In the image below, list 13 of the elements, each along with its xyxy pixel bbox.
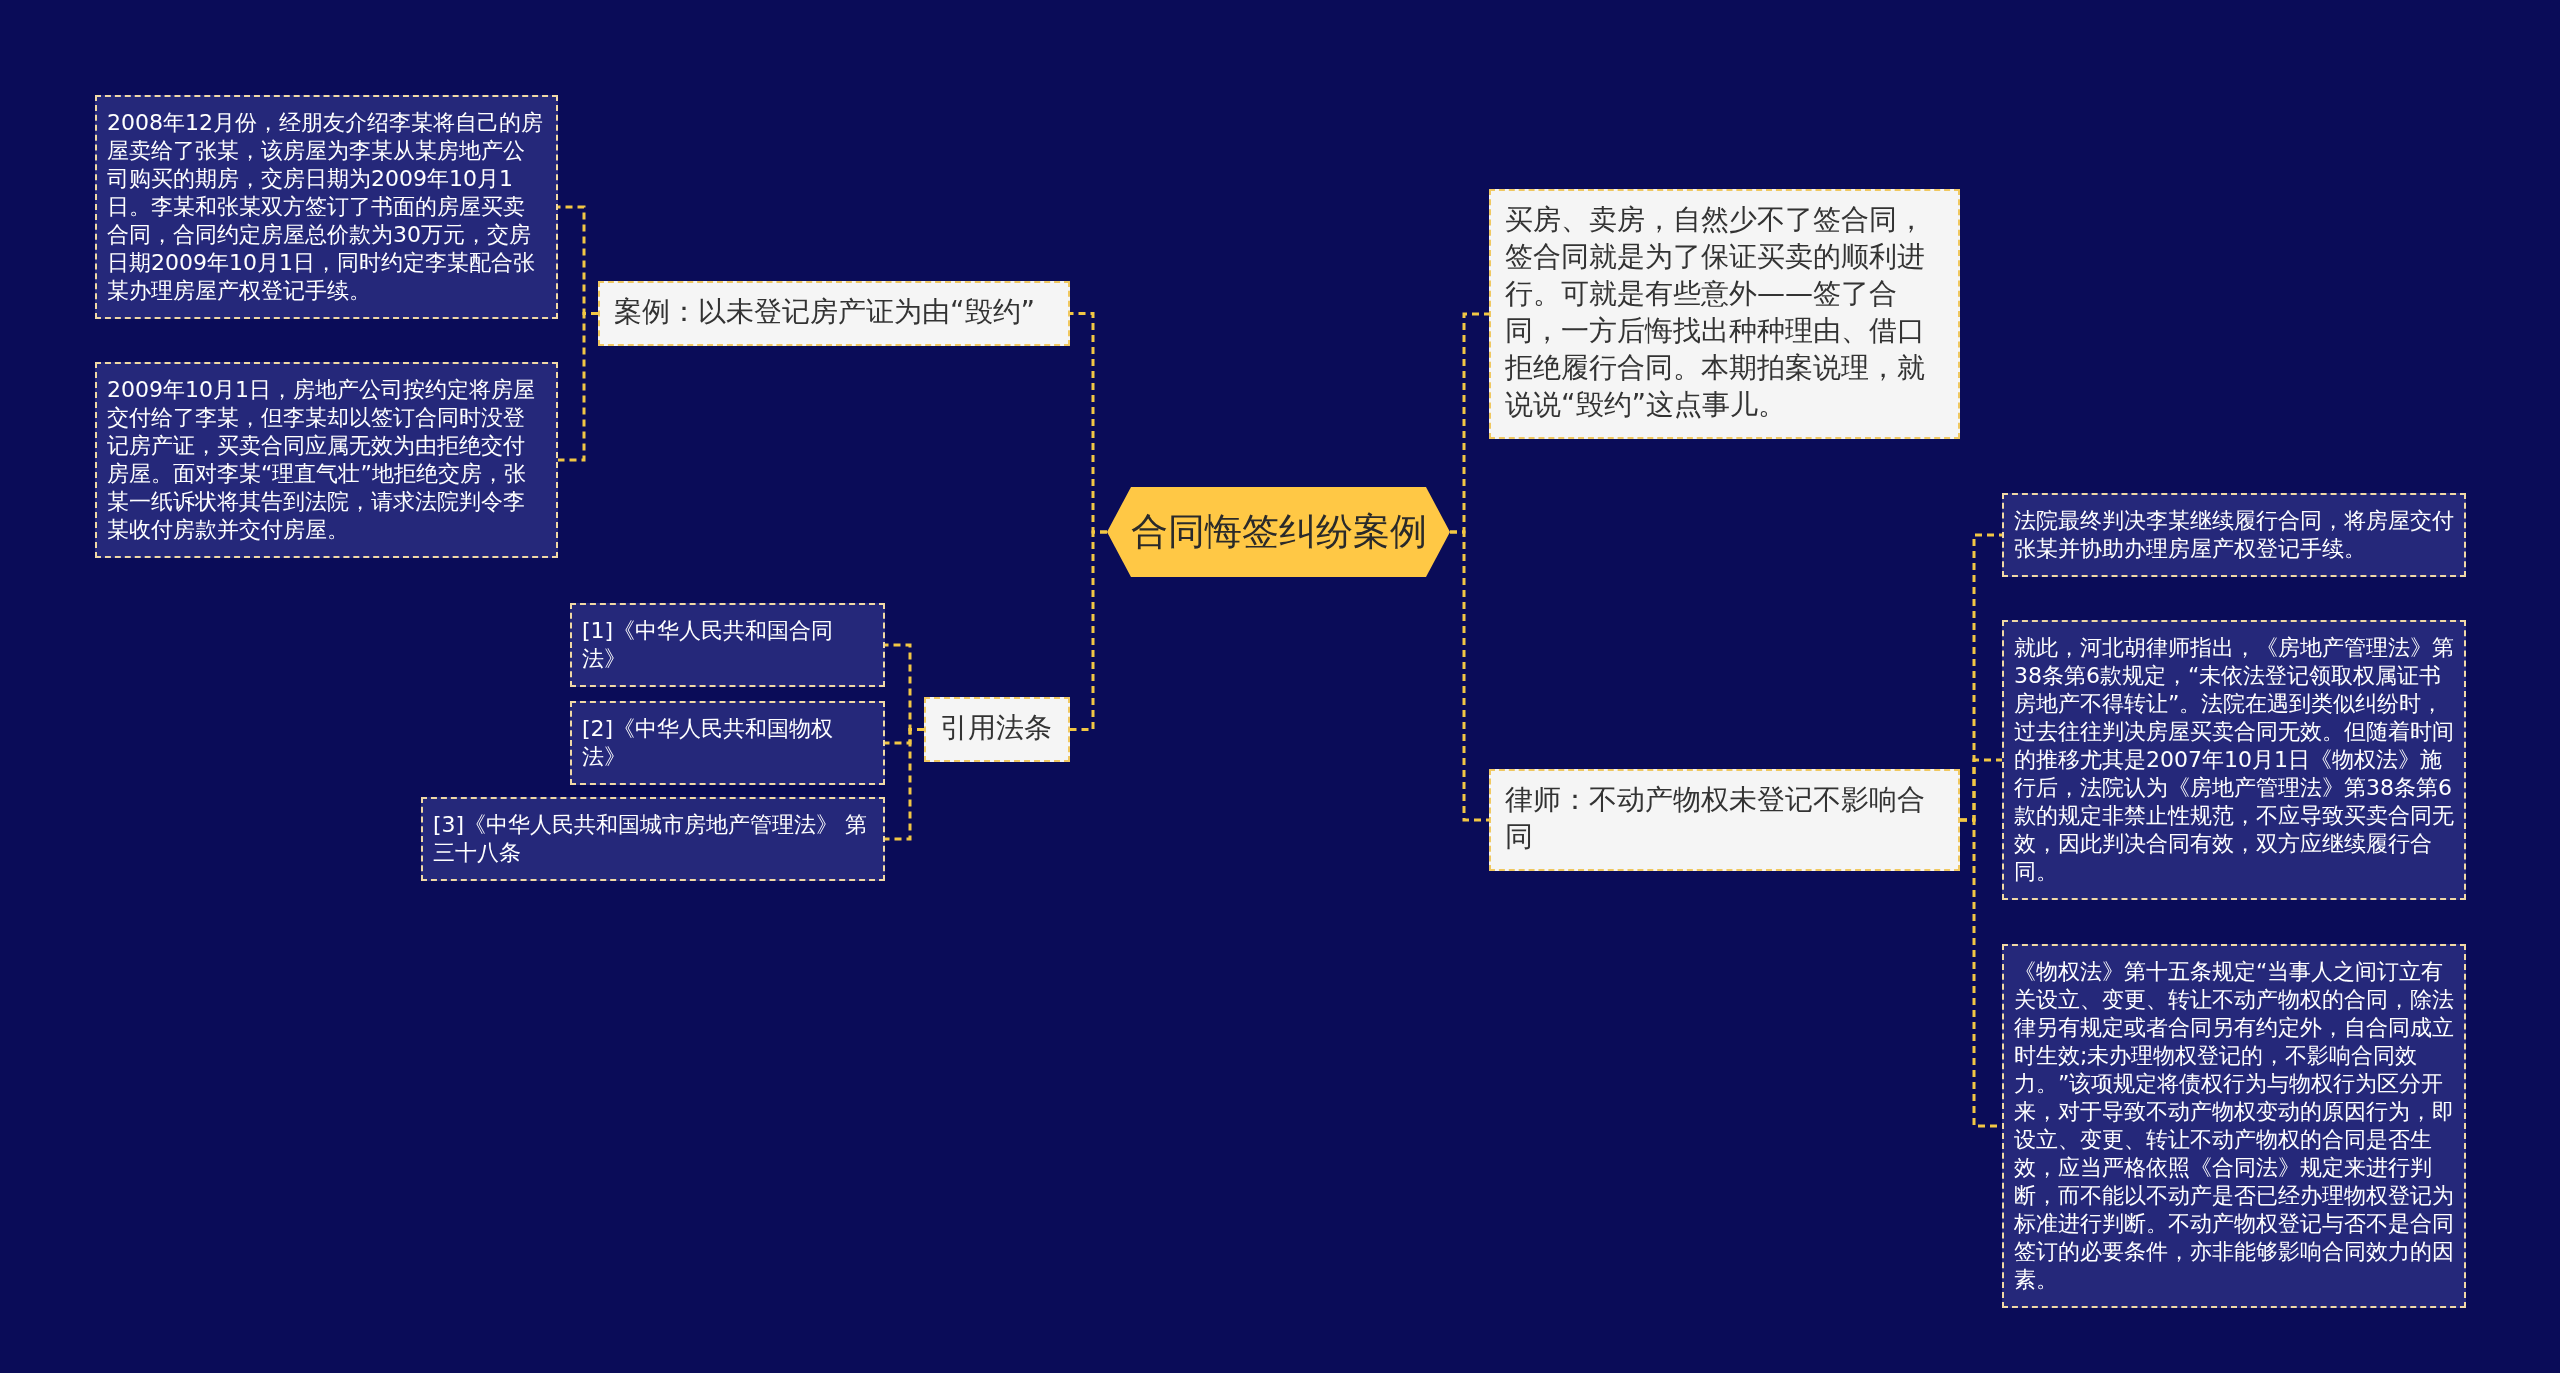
note-node: 就此，河北胡律师指出，《房地产管理法》第38条第6款规定，“未依法登记领取权属证书房地产不得转让”。法院在遇到类似纠纷时，过去往往判决房屋买卖合同无效。但随着时间的推移尤其是2007年10月1日《物权法》施行后，法院认为《房地产管理法》第38条第6款的规定非禁止性规范，不应导致买卖合同无效，因此判决合同有效，双方应继续履行合同。	[2002, 620, 2466, 900]
note-node: 2008年12月份，经朋友介绍李某将自己的房屋卖给了张某，该房屋为李某从某房地产公司购买的期房，交房日期为2009年10月1日。李某和张某双方签订了书面的房屋买卖合同，合同约定房屋总价款为30万元，交房日期2009年10月1日，同时约定李某配合张某办理房屋产权登记手续。	[95, 95, 558, 319]
note-node: [3]《中华人民共和国城市房地产管理法》 第三十八条	[421, 797, 885, 881]
note-node: 2009年10月1日，房地产公司按约定将房屋交付给了李某，但李某却以签订合同时没登记房产证，买卖合同应属无效为由拒绝交付房屋。面对李某“理直气壮”地拒绝交房，张某一纸诉状将其告到法院，请求法院判令李某收付房款并交付房屋。	[95, 362, 558, 558]
note-node: 《物权法》第十五条规定“当事人之间订立有关设立、变更、转让不动产物权的合同，除法律另有规定或者合同另有约定外，自合同成立时生效;未办理物权登记的，不影响合同效力。”该项规定将债权行为与物权行为区分开来，对于导致不动产物权变动的原因行为，即设立、变更、转让不动产物权的合同是否生效，应当严格依照《合同法》规定来进行判断，而不能以不动产是否已经办理物权登记为标准进行判断。不动产物权登记与否不是合同签订的必要条件，亦非能够影响合同效力的因素。	[2002, 944, 2466, 1308]
note-node: [1]《中华人民共和国合同法》	[570, 603, 885, 687]
topic-node: 案例：以未登记房产证为由“毁约”	[598, 281, 1070, 346]
note-node: 法院最终判决李某继续履行合同，将房屋交付张某并协助办理房屋产权登记手续。	[2002, 493, 2466, 577]
topic-node: 买房、卖房，自然少不了签合同，签合同就是为了保证买卖的顺利进行。可就是有些意外——签了合同，一方后悔找出种种理由、借口拒绝履行合同。本期拍案说理，就说说“毁约”这点事儿。	[1489, 189, 1960, 439]
topic-node: 引用法条	[924, 697, 1070, 762]
topic-node: 律师：不动产物权未登记不影响合同	[1489, 769, 1960, 871]
central-topic: 合同悔签纠纷案例	[1107, 487, 1450, 577]
note-node: [2]《中华人民共和国物权法》	[570, 701, 885, 785]
